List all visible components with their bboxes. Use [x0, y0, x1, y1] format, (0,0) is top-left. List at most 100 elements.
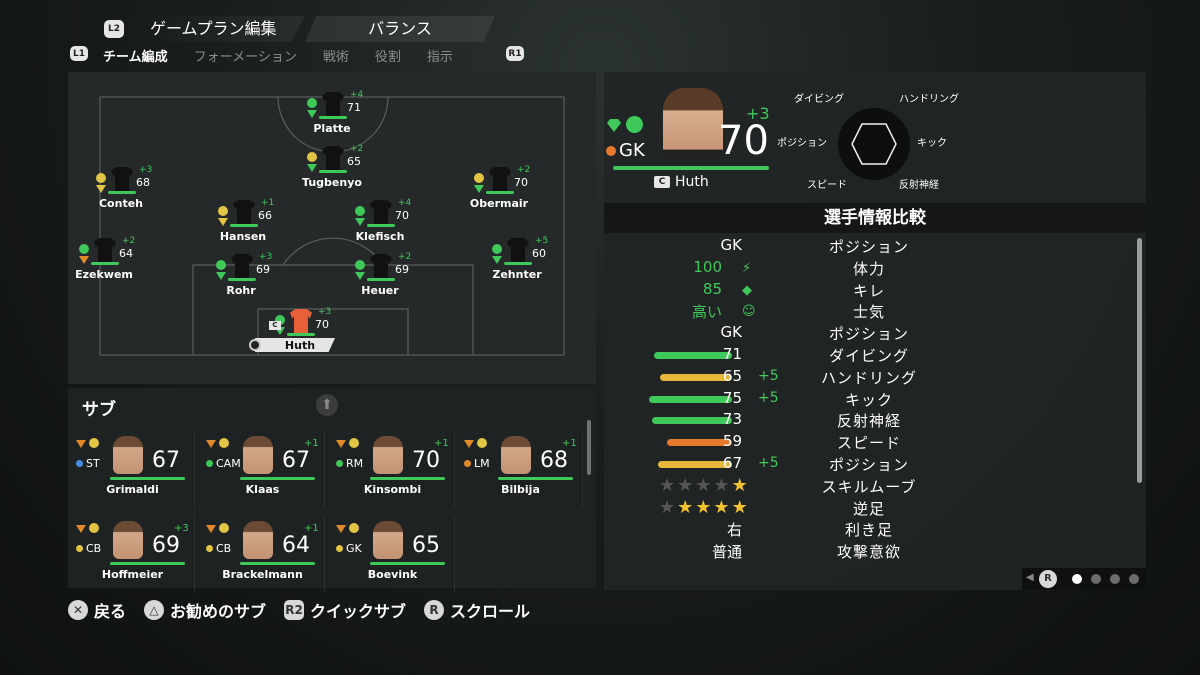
- tab-squad[interactable]: チーム編成: [103, 46, 168, 65]
- compare-row: 右 利き足: [604, 519, 1134, 541]
- pager-r-button[interactable]: R: [1039, 570, 1057, 588]
- quick-sub-control[interactable]: R2 クイックサブ: [284, 598, 406, 622]
- stat-value: 71: [722, 345, 742, 363]
- formation-player[interactable]: +2 64 Ezekwem: [59, 234, 149, 294]
- player-name: Obermair: [469, 197, 529, 210]
- sub-name: Boevink: [367, 568, 418, 581]
- formation-player[interactable]: +4 70 Klefisch: [335, 196, 425, 256]
- player-rating-bar: [486, 191, 514, 194]
- sub-rating-bar: [240, 562, 315, 565]
- sub-player-card[interactable]: RM +1 70 Kinsombi: [330, 430, 455, 508]
- subs-scrollbar[interactable]: [587, 420, 591, 475]
- sub-player-card[interactable]: ST 67 Grimaldi: [70, 430, 195, 508]
- player-rating: 68: [136, 176, 150, 189]
- formation-player[interactable]: +3 68 Conteh: [76, 163, 166, 223]
- tab-roles[interactable]: 役割: [375, 46, 401, 65]
- formation-player[interactable]: +1 66 Hansen: [198, 196, 288, 256]
- sub-player-card[interactable]: CB +3 69 Hoffmeier: [70, 515, 195, 593]
- player-name: Hansen: [219, 230, 267, 243]
- detail-rating-bar: [613, 166, 769, 170]
- formation-player[interactable]: +3 69 Rohr: [196, 250, 286, 310]
- page-dot[interactable]: [1129, 574, 1139, 584]
- sub-player-card[interactable]: GK 65 Boevink: [330, 515, 455, 593]
- shirt-icon: [370, 254, 392, 278]
- formation-player[interactable]: +2 65 Tugbenyo: [287, 142, 377, 202]
- formation-player[interactable]: +3 70 Huth C: [249, 305, 345, 365]
- compare-scrollbar[interactable]: [1137, 238, 1142, 483]
- player-rating-bar: [228, 278, 256, 281]
- sub-position: CB: [76, 542, 101, 555]
- stat-label: 利き足: [844, 521, 893, 540]
- header-bar: ゲームプラン編集 バランス: [125, 16, 495, 42]
- captain-badge: C: [654, 176, 670, 188]
- star-icon: ★: [677, 474, 696, 496]
- player-name: Klefisch: [355, 230, 405, 243]
- compare-row: 67 +5 ポジション: [604, 454, 1134, 476]
- gem-icon: [218, 218, 228, 226]
- sub-name: Bilbija: [501, 483, 540, 496]
- stat-label: ポジション: [828, 456, 909, 474]
- r2-button-icon: R2: [284, 600, 305, 620]
- compare-row: 75 +5 キック: [604, 389, 1134, 411]
- position-dot-icon: [606, 146, 616, 156]
- l2-button-icon[interactable]: L2: [104, 20, 124, 38]
- sub-position-label: CAM: [216, 457, 241, 470]
- sub-position-label: GK: [346, 542, 362, 555]
- sub-status-icons: [464, 438, 487, 448]
- gameplan-selector[interactable]: バランス: [305, 16, 495, 42]
- back-control[interactable]: ✕ 戻る: [68, 598, 126, 622]
- gem-icon: [474, 185, 484, 193]
- sub-player-card[interactable]: CAM +1 67 Klaas: [200, 430, 325, 508]
- bolt-icon: ⚡: [742, 260, 752, 276]
- star-icon: ★: [695, 496, 714, 518]
- tab-tactics[interactable]: 戦術: [323, 46, 349, 65]
- star-icon: ★: [659, 496, 678, 518]
- tab-instructions[interactable]: 指示: [427, 46, 453, 65]
- sub-rating: 67: [282, 448, 310, 473]
- sub-portrait: [113, 521, 143, 559]
- radar-label-kick: キック: [917, 138, 947, 149]
- recommended-sub-label: お勧めのサブ: [170, 602, 267, 621]
- gem-icon: [96, 185, 106, 193]
- formation-player[interactable]: +4 71 Platte: [287, 88, 377, 148]
- compare-row: 100 ⚡ 体力: [604, 258, 1134, 280]
- sub-player-card[interactable]: CB +1 64 Brackelmann: [200, 515, 325, 593]
- stat-bar: [660, 373, 732, 381]
- star-rating: ★★★★★: [659, 497, 750, 518]
- position-dot-icon: [206, 545, 213, 552]
- formation-player[interactable]: +2 69 Heuer: [335, 250, 425, 310]
- page-dot[interactable]: [1110, 574, 1120, 584]
- sub-portrait: [501, 436, 531, 474]
- gem-icon: [307, 164, 317, 172]
- compare-row: ★★★★★ スキルムーブ: [604, 474, 1134, 498]
- player-plus: +5: [535, 236, 549, 246]
- sub-rating: 65: [412, 533, 440, 558]
- player-rating-bar: [108, 191, 136, 194]
- gem-icon: [307, 110, 317, 118]
- sub-portrait: [113, 436, 143, 474]
- l1-button-icon[interactable]: L1: [70, 46, 88, 61]
- sub-player-card[interactable]: LM +1 68 Bilbija: [458, 430, 583, 508]
- swap-up-icon[interactable]: ⬆: [316, 394, 338, 416]
- page-dot[interactable]: [1072, 574, 1082, 584]
- formation-player[interactable]: +2 70 Obermair: [454, 163, 544, 223]
- stat-plus: +5: [758, 455, 779, 471]
- stat-label: 士気: [852, 303, 885, 322]
- player-portrait: [663, 88, 723, 160]
- player-name: Platte: [313, 122, 351, 135]
- player-name: Huth: [284, 339, 316, 352]
- sub-position: RM: [336, 457, 363, 470]
- position-dot-icon: [336, 460, 343, 467]
- player-plus: +3: [318, 307, 332, 317]
- scroll-control[interactable]: R スクロール: [424, 598, 530, 622]
- shirt-icon: [370, 200, 392, 224]
- page-dot[interactable]: [1091, 574, 1101, 584]
- shirt-icon: [231, 254, 253, 278]
- recommended-sub-control[interactable]: △ お勧めのサブ: [144, 598, 266, 622]
- formation-player[interactable]: +5 60 Zehnter: [472, 234, 562, 294]
- shirt-icon: [322, 146, 344, 170]
- sub-rating-bar: [110, 477, 185, 480]
- gem-icon: [76, 440, 86, 448]
- tab-formation[interactable]: フォーメーション: [194, 46, 297, 65]
- r1-button-icon[interactable]: R1: [506, 46, 524, 61]
